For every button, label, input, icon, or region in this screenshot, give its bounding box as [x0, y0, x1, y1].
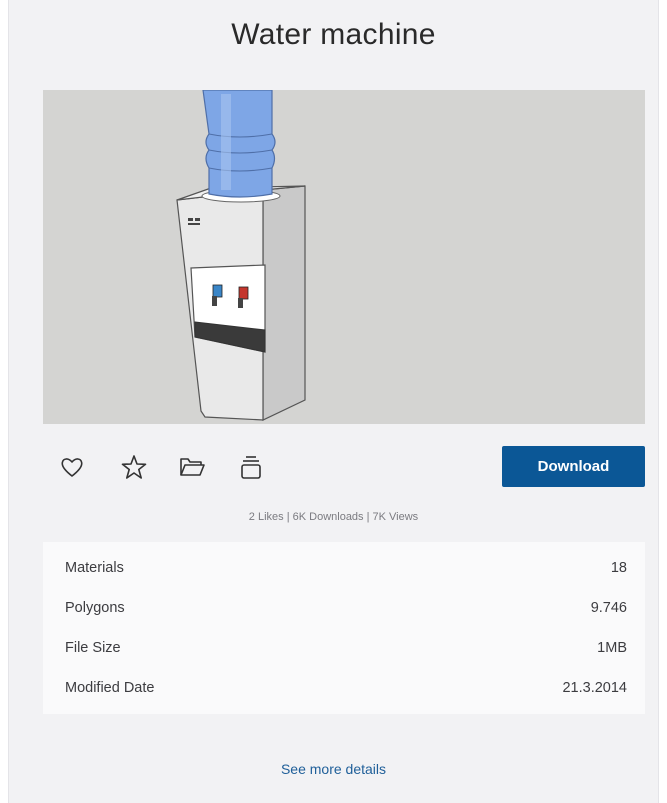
detail-row-materials: Materials 18	[65, 560, 627, 580]
star-icon[interactable]	[119, 452, 149, 482]
heart-icon[interactable]	[57, 452, 87, 482]
folder-icon[interactable]	[177, 452, 207, 482]
detail-row-modified-date: Modified Date 21.3.2014	[65, 680, 627, 700]
detail-row-polygons: Polygons 9.746	[65, 600, 627, 620]
detail-label: File Size	[65, 640, 121, 656]
action-bar: Download	[43, 446, 645, 490]
detail-value: 9.746	[590, 600, 627, 616]
detail-value: 18	[610, 560, 627, 576]
detail-row-file-size: File Size 1MB	[65, 640, 627, 660]
detail-label: Materials	[65, 560, 124, 576]
model-preview[interactable]	[43, 90, 645, 424]
stack-icon[interactable]	[236, 452, 266, 482]
detail-label: Polygons	[65, 600, 125, 616]
water-cooler-render	[176, 90, 306, 421]
model-stats: 2 Likes | 6K Downloads | 7K Views	[248, 511, 419, 523]
detail-label: Modified Date	[65, 680, 155, 696]
download-button[interactable]: Download	[502, 446, 645, 487]
see-more-details-link[interactable]: See more details	[9, 761, 658, 777]
details-panel: Materials 18 Polygons 9.746 File Size 1M…	[43, 542, 645, 714]
model-title: Water machine	[231, 18, 436, 51]
detail-value: 1MB	[597, 640, 627, 656]
model-card: Water machine Download 2 Likes | 6K Down…	[8, 0, 659, 803]
detail-value: 21.3.2014	[562, 680, 627, 696]
